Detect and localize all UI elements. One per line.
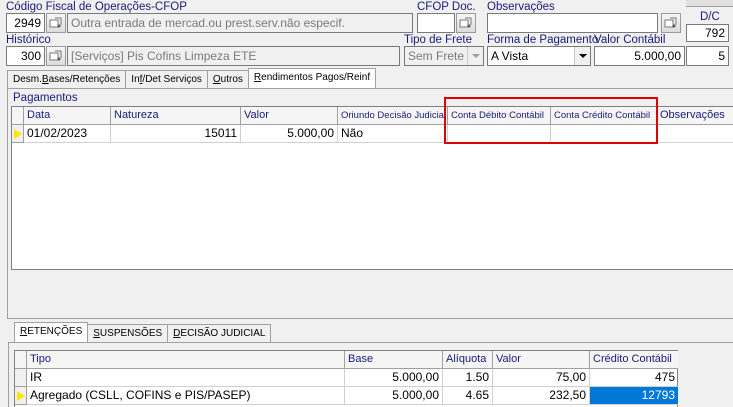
cfop-doc-label: CFOP Doc. — [417, 1, 476, 13]
pagamentos-title: Pagamentos — [13, 92, 78, 104]
col-header-oriundo[interactable]: Oriundo Decisão Judicial — [338, 107, 448, 125]
historico-search-button[interactable] — [46, 46, 66, 66]
tab-decisao-judicial[interactable]: DECISÃO JUDICIAL — [167, 324, 272, 342]
toolbar-edge — [686, 0, 733, 7]
chevron-down-icon[interactable] — [467, 47, 483, 65]
col-header-base[interactable]: Base — [345, 351, 443, 369]
cell-aliquota[interactable]: 4.65 — [443, 387, 493, 405]
cell-observacoes[interactable] — [657, 125, 733, 143]
cfop-description-field: Outra entrada de mercad.ou prest.serv.nã… — [67, 13, 413, 33]
valor-contabil-label: Valor Contábil — [594, 34, 666, 46]
cell-aliquota[interactable]: 1.50 — [443, 369, 493, 387]
cell-oriundo[interactable]: Não — [338, 125, 448, 143]
observacoes-field[interactable] — [487, 13, 658, 33]
small-count-field[interactable]: 5 — [686, 46, 729, 66]
row-indicator[interactable] — [15, 369, 27, 387]
cell-valor[interactable]: 5.000,00 — [241, 125, 338, 143]
retencoes-grid[interactable]: Tipo Base Alíquota Valor Crédito Contábi… — [14, 350, 678, 407]
cell-valor[interactable]: 232,50 — [493, 387, 590, 405]
col-header-tipo[interactable]: Tipo — [27, 351, 345, 369]
cell-natureza[interactable]: 15011 — [111, 125, 241, 143]
cell-valor[interactable]: 75,00 — [493, 369, 590, 387]
current-row-arrow-icon — [17, 391, 25, 401]
row-indicator[interactable] — [15, 387, 27, 405]
pagamento-select[interactable]: A Vista — [487, 46, 591, 66]
tab-retencoes[interactable]: RETENÇÕES — [14, 322, 89, 342]
tab-outros[interactable]: Outros — [206, 70, 249, 88]
lookup-icon — [49, 17, 62, 28]
valor-contabil-field[interactable]: 5.000,00 — [594, 46, 685, 66]
cfop-search-button[interactable] — [46, 13, 66, 33]
col-header-natureza[interactable]: Natureza — [111, 107, 241, 125]
row-indicator[interactable] — [12, 125, 24, 143]
col-header-credito-contabil[interactable]: Crédito Contábil — [590, 351, 678, 369]
frete-select[interactable]: Sem Frete — [404, 46, 484, 66]
cfop-label: Código Fiscal de Operações-CFOP — [6, 1, 187, 13]
lookup-icon — [49, 50, 62, 61]
lookup-icon — [664, 17, 677, 28]
cell-data[interactable]: 01/02/2023 — [24, 125, 111, 143]
current-row-arrow-icon — [14, 129, 22, 139]
observacoes-label: Observações — [487, 1, 555, 13]
cell-base[interactable]: 5.000,00 — [345, 369, 443, 387]
col-header-data[interactable]: Data — [24, 107, 111, 125]
pagamento-value: A Vista — [491, 49, 529, 63]
historico-description-field: [Serviços] Pis Cofins Limpeza ETE — [67, 46, 400, 66]
tab-inf-det-servicos[interactable]: Inf/Det Serviços — [125, 70, 208, 88]
dc-label: D/C — [700, 11, 720, 23]
bottom-tabs: RETENÇÕES SUSPENSÕES DECISÃO JUDICIAL — [14, 322, 272, 342]
grid-corner — [12, 107, 24, 125]
cell-credito-contabil[interactable]: 475 — [590, 369, 678, 387]
frete-value: Sem Frete — [408, 49, 465, 63]
grid-corner — [15, 351, 27, 369]
col-header-observacoes[interactable]: Observações — [657, 107, 733, 125]
main-tabs: Desm.Bases/Retenções Inf/Det Serviços Ou… — [7, 68, 377, 88]
tab-rendimentos-pagos[interactable]: Rendimentos Pagos/Reinf — [247, 68, 377, 88]
historico-code-field[interactable]: 300 — [6, 46, 45, 66]
historico-label: Histórico — [6, 34, 51, 46]
cfop-doc-search-button[interactable] — [456, 13, 476, 33]
col-header-valor[interactable]: Valor — [241, 107, 338, 125]
pagamento-label: Forma de Pagamento — [487, 34, 599, 46]
dc-field[interactable]: 792 — [686, 24, 729, 42]
highlight-box — [444, 97, 658, 144]
cell-base[interactable]: 5.000,00 — [345, 387, 443, 405]
col-header-aliquota[interactable]: Alíquota — [443, 351, 493, 369]
cfop-doc-field[interactable] — [417, 13, 455, 33]
tab-suspensoes[interactable]: SUSPENSÕES — [87, 324, 169, 342]
cell-tipo[interactable]: Agregado (CSLL, COFINS e PIS/PASEP) — [27, 387, 345, 405]
frete-label: Tipo de Frete — [404, 34, 472, 46]
col-header-valor[interactable]: Valor — [493, 351, 590, 369]
observacoes-search-button[interactable] — [661, 13, 681, 33]
cell-credito-contabil-selected[interactable]: 12793 — [590, 387, 678, 405]
lookup-icon — [459, 17, 472, 28]
tab-bases-retencoes[interactable]: Desm.Bases/Retenções — [7, 70, 127, 88]
cell-tipo[interactable]: IR — [27, 369, 345, 387]
cfop-code-field[interactable]: 2949 — [6, 13, 45, 33]
chevron-down-icon[interactable] — [574, 47, 590, 65]
